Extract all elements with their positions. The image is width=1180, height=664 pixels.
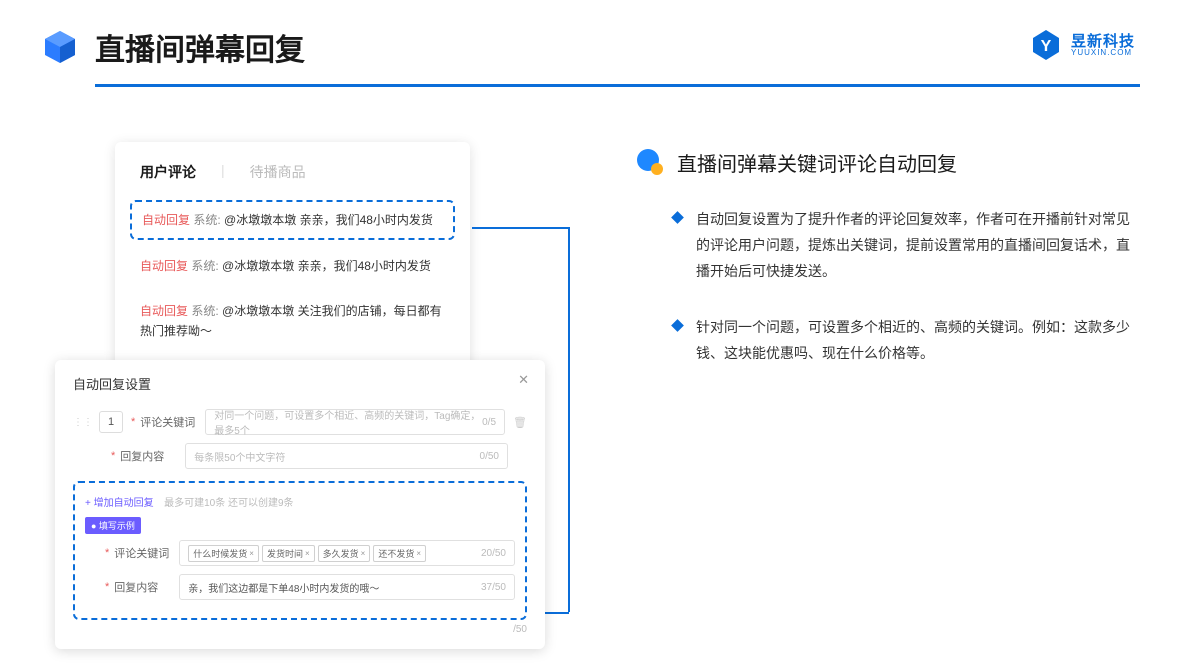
keyword-label: 评论关键词 (140, 414, 195, 430)
connector-line (545, 612, 569, 614)
add-note: 最多可建10条 还可以创建9条 (164, 498, 293, 509)
example-section: + 增加自动回复 最多可建10条 还可以创建9条 ● 填写示例 * 评论关键词 … (73, 481, 527, 620)
system-label: 系统: (188, 304, 222, 318)
keyword-tag[interactable]: 还不发货× (373, 545, 426, 562)
brand-icon: Y (1029, 28, 1063, 62)
add-auto-reply-link[interactable]: + 增加自动回复 (85, 498, 154, 509)
auto-reply-tag: 自动回复 (140, 259, 188, 273)
ex-content-label: 回复内容 (114, 579, 158, 595)
section-title: 直播间弹幕关键词评论自动回复 (677, 148, 957, 177)
tab-pending-products[interactable]: 待播商品 (250, 162, 306, 182)
cube-icon (40, 27, 80, 67)
connector-line (472, 227, 569, 229)
counter: 20/50 (481, 548, 506, 559)
keyword-tag[interactable]: 什么时候发货× (188, 545, 259, 562)
mention: @冰墩墩本墩 (224, 213, 300, 227)
ex-content-text: 亲，我们这边都是下单48小时内发货的哦～ (188, 580, 379, 595)
auto-reply-settings-panel: 自动回复设置 ✕ ⋮⋮ 1 * 评论关键词 对同一个问题，可设置多个相近、高频的… (55, 360, 545, 649)
system-label: 系统: (190, 213, 224, 227)
tag-remove-icon[interactable]: × (416, 549, 421, 558)
required-dot: * (111, 450, 115, 462)
row-number: 1 (99, 411, 123, 433)
tab-user-comments[interactable]: 用户评论 (140, 162, 196, 182)
placeholder-text: 对同一个问题，可设置多个相近、高频的关键词，Tag确定，最多5个 (214, 407, 482, 437)
tag-remove-icon[interactable]: × (361, 549, 366, 558)
content-label: 回复内容 (120, 448, 164, 464)
required-dot: * (105, 581, 109, 593)
mention: @冰墩墩本墩 (222, 259, 298, 273)
required-dot: * (131, 416, 135, 428)
tag-remove-icon[interactable]: × (305, 549, 310, 558)
required-dot: * (105, 547, 109, 559)
drag-handle-icon[interactable]: ⋮⋮ (73, 417, 93, 428)
bullet-diamond-icon (671, 319, 684, 332)
comment-body: 亲亲，我们48小时内发货 (300, 213, 433, 227)
content-input[interactable]: 每条限50个中文字符 0/50 (185, 443, 508, 469)
ex-content-input[interactable]: 亲，我们这边都是下单48小时内发货的哦～ 37/50 (179, 574, 515, 600)
placeholder-text: 每条限50个中文字符 (194, 449, 285, 464)
counter: 0/50 (480, 451, 499, 462)
ex-keyword-label: 评论关键词 (114, 545, 169, 561)
comment-row-highlighted: 自动回复 系统: @冰墩墩本墩 亲亲，我们48小时内发货 (130, 200, 455, 240)
auto-reply-tag: 自动回复 (142, 213, 190, 227)
svg-text:Y: Y (1041, 38, 1052, 55)
tab-divider: | (221, 162, 225, 182)
comment-body: 亲亲，我们48小时内发货 (298, 259, 431, 273)
comment-row: 自动回复 系统: @冰墩墩本墩 关注我们的店铺，每日都有热门推荐呦～ (140, 293, 445, 350)
keyword-tag[interactable]: 发货时间× (262, 545, 315, 562)
footer-counter: /50 (73, 624, 527, 635)
delete-icon[interactable]: 🗑 (513, 416, 527, 429)
bullet-text: 自动回复设置为了提升作者的评论回复效率，作者可在开播前针对常见的评论用户问题，提… (696, 207, 1140, 285)
bullet-text: 针对同一个问题，可设置多个相近的、高频的关键词。例如：这款多少钱、这块能优惠吗、… (696, 315, 1140, 367)
keyword-input[interactable]: 对同一个问题，可设置多个相近、高频的关键词，Tag确定，最多5个 0/5 (205, 409, 505, 435)
panel-title: 自动回复设置 (73, 374, 527, 393)
tag-remove-icon[interactable]: × (249, 549, 254, 558)
example-badge: ● 填写示例 (85, 517, 141, 534)
system-label: 系统: (188, 259, 222, 273)
keyword-tag[interactable]: 多久发货× (318, 545, 371, 562)
brand-name-en: YUUXIN.COM (1071, 49, 1135, 57)
close-icon[interactable]: ✕ (518, 372, 529, 388)
counter: 37/50 (481, 582, 506, 593)
counter: 0/5 (482, 417, 496, 428)
ex-keyword-input[interactable]: 什么时候发货×发货时间×多久发货×还不发货× 20/50 (179, 540, 515, 566)
page-title: 直播间弹幕回复 (95, 25, 305, 69)
comment-panel: 用户评论 | 待播商品 自动回复 系统: @冰墩墩本墩 亲亲，我们48小时内发货… (115, 142, 470, 378)
brand-logo-area: Y 昱新科技 YUUXIN.COM (1029, 28, 1135, 62)
bullet-diamond-icon (671, 211, 684, 224)
mention: @冰墩墩本墩 (222, 304, 298, 318)
comment-row: 自动回复 系统: @冰墩墩本墩 亲亲，我们48小时内发货 (140, 248, 445, 284)
chat-bubble-icon (635, 147, 665, 177)
auto-reply-tag: 自动回复 (140, 304, 188, 318)
brand-name-cn: 昱新科技 (1071, 34, 1135, 49)
